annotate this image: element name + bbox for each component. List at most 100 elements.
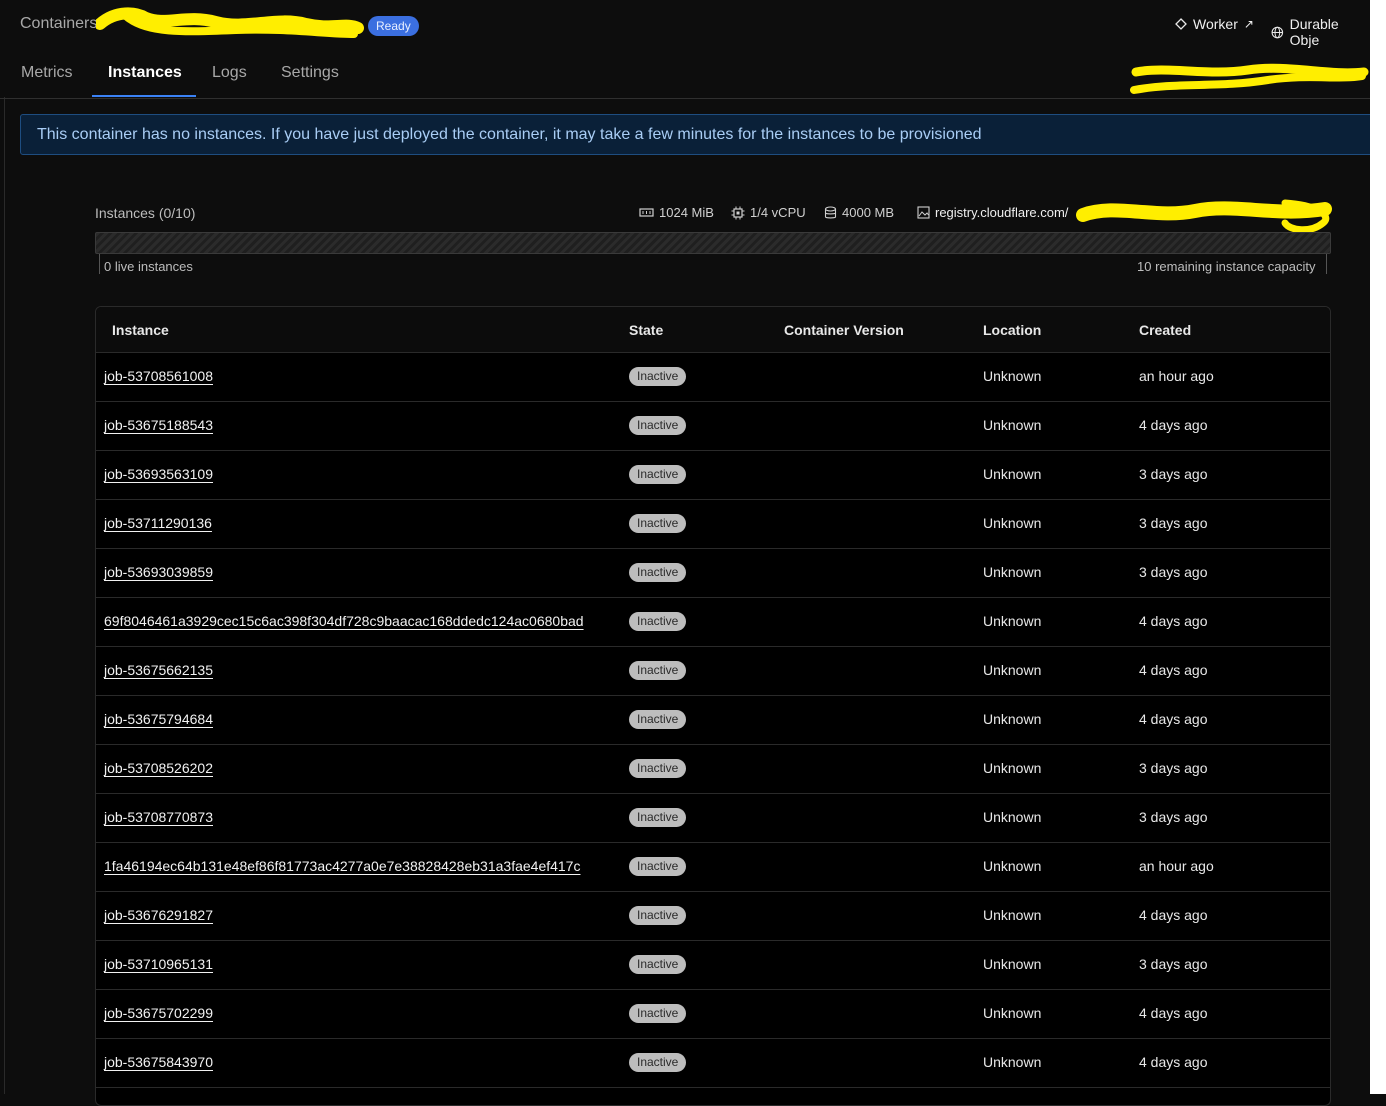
instance-id-link[interactable]: 1fa46194ec64b131e48ef86f81773ac4277a0e7e… [104,858,580,874]
instance-id-link[interactable]: job-53675662135 [104,662,213,678]
state-badge: Inactive [629,367,687,386]
tab-metrics[interactable]: Metrics [21,64,73,82]
instances-count-title: Instances (0/10) [95,205,196,221]
location-cell: Unknown [983,711,1042,727]
info-banner-text: This container has no instances. If you … [37,126,982,143]
state-badge: Inactive [629,857,687,876]
state-badge: Inactive [629,906,687,925]
capacity-bar [95,232,1331,254]
table-row: job-53708770873 Inactive Unknown 3 days ago [96,793,1330,843]
breadcrumb-containers[interactable]: Containers [20,15,97,33]
tab-settings[interactable]: Settings [281,64,339,82]
capacity-bar-right-tick [1326,254,1327,274]
state-cell: Inactive [629,661,687,680]
divider [4,97,5,1094]
state-cell: Inactive [629,1004,687,1023]
created-cell: 4 days ago [1139,711,1208,727]
location-cell: Unknown [983,417,1042,433]
worker-link-label: Worker [1193,16,1238,32]
table-row: job-53708561008 Inactive Unknown an hour ag… [96,352,1330,402]
state-cell: Inactive [629,612,687,631]
live-instances-label: 0 live instances [104,259,193,274]
state-badge: Inactive [629,1004,687,1023]
table-row: job-53693039859 Inactive Unknown 3 days ago [96,548,1330,598]
state-badge: Inactive [629,710,687,729]
instance-id-link[interactable]: job-53675188543 [104,417,213,433]
instance-id-link[interactable]: 69f8046461a3929cec15c6ac398f304df728c9ba… [104,613,584,629]
state-badge: Inactive [629,563,687,582]
worker-link[interactable]: Worker ↗ [1175,16,1254,32]
redaction-mark [1130,63,1369,94]
state-cell: Inactive [629,514,687,533]
location-cell: Unknown [983,760,1042,776]
instance-id-link[interactable]: job-53675794684 [104,711,213,727]
created-cell: 4 days ago [1139,1005,1208,1021]
location-cell: Unknown [983,368,1042,384]
created-cell: 4 days ago [1139,613,1208,629]
created-cell: an hour ago [1139,368,1214,384]
column-header-state[interactable]: State [629,322,663,338]
created-cell: 3 days ago [1139,466,1208,482]
instances-table: Instance State Container Version Locatio… [95,306,1331,1106]
table-row: job-53693563109 Inactive Unknown 3 days ago [96,450,1330,500]
table-row: job-53675702299 Inactive Unknown 4 days ago [96,989,1330,1039]
instance-id-link[interactable]: job-53708770873 [104,809,213,825]
durable-objects-link[interactable]: Durable Obje [1271,16,1370,48]
created-cell: 4 days ago [1139,907,1208,923]
window-edge [1370,0,1386,1094]
state-cell: Inactive [629,367,687,386]
created-cell: 4 days ago [1139,662,1208,678]
instance-id-link[interactable]: job-53675843970 [104,1054,213,1070]
instance-id-link[interactable]: job-53676291827 [104,907,213,923]
instance-id-link[interactable]: job-53675702299 [104,1005,213,1021]
instance-id-link[interactable]: job-53708526202 [104,760,213,776]
created-cell: 4 days ago [1139,417,1208,433]
instance-id-link[interactable]: job-53693563109 [104,466,213,482]
state-cell: Inactive [629,857,687,876]
state-badge: Inactive [629,661,687,680]
location-cell: Unknown [983,1005,1042,1021]
location-cell: Unknown [983,858,1042,874]
column-header-location[interactable]: Location [983,322,1041,338]
table-header: Instance State Container Version Locatio… [96,307,1330,353]
column-header-instance[interactable]: Instance [112,322,169,338]
created-cell: 3 days ago [1139,564,1208,580]
table-row: job-53708526202 Inactive Unknown 3 days ago [96,744,1330,794]
state-badge: Inactive [629,759,687,778]
capacity-bar-left-tick [99,254,100,274]
cpu-icon [731,206,745,219]
table-row: job-53675843970 Inactive Unknown 4 days ago [96,1038,1330,1088]
instance-id-link[interactable]: job-53711290136 [104,515,212,531]
state-cell: Inactive [629,906,687,925]
memory-icon [639,208,654,217]
table-row: job-53675188543 Inactive Unknown 4 days ago [96,401,1330,451]
location-cell: Unknown [983,809,1042,825]
tab-instances[interactable]: Instances [108,64,182,82]
created-cell: 3 days ago [1139,760,1208,776]
state-cell: Inactive [629,955,687,974]
instance-id-link[interactable]: job-53693039859 [104,564,213,580]
column-header-created[interactable]: Created [1139,322,1191,338]
table-row: job-53675794684 Inactive Unknown 4 days ago [96,695,1330,745]
state-badge: Inactive [629,514,687,533]
memory-spec: 1024 MiB [639,205,714,220]
durable-objects-label: Durable Obje [1289,16,1339,48]
image-value: registry.cloudflare.com/ [935,205,1069,220]
column-header-container-version[interactable]: Container Version [784,322,904,338]
location-cell: Unknown [983,662,1042,678]
state-badge: Inactive [629,416,687,435]
vcpu-value: 1/4 vCPU [750,205,806,220]
table-row: 1fa46194ec64b131e48ef86f81773ac4277a0e7e… [96,842,1330,892]
state-badge: Inactive [629,1053,687,1072]
location-cell: Unknown [983,907,1042,923]
state-cell: Inactive [629,465,687,484]
state-cell: Inactive [629,1053,687,1072]
created-cell: 3 days ago [1139,515,1208,531]
globe-icon [1271,26,1284,38]
instance-id-link[interactable]: job-53710965131 [104,956,213,972]
page: Containers Ready Worker ↗ Durable Obje M… [0,0,1376,1106]
tab-logs[interactable]: Logs [212,64,247,82]
instance-id-link[interactable]: job-53708561008 [104,368,213,384]
state-cell: Inactive [629,759,687,778]
state-cell: Inactive [629,563,687,582]
